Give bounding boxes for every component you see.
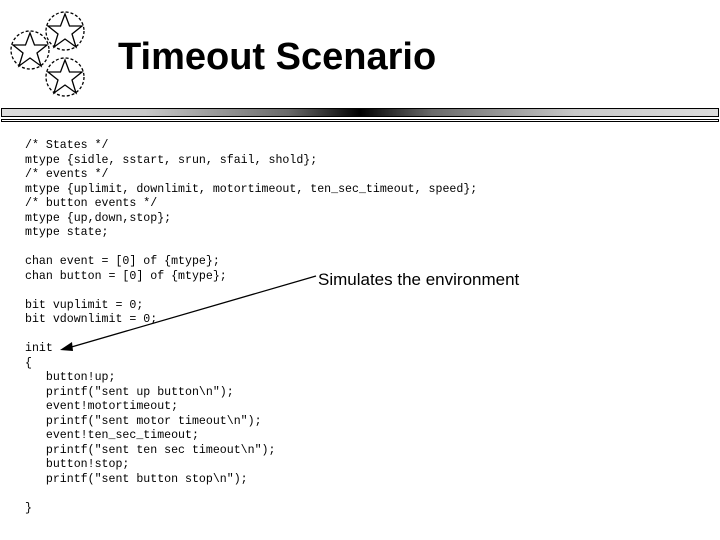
code-line: chan event = [0] of {mtype}; [25,255,220,268]
code-line: mtype state; [25,226,109,239]
title-divider-gradient [1,108,719,117]
code-line: event!ten_sec_timeout; [25,429,199,442]
code-line: mtype {sidle, sstart, srun, sfail, shold… [25,153,318,167]
slide-title: Timeout Scenario [118,36,437,78]
code-line: button!up; [25,371,116,384]
stars-logo-icon [10,11,85,97]
code-line: printf("sent ten sec timeout\n"); [25,443,276,457]
title-divider-line [1,119,719,122]
code-line: button!stop; [25,458,130,471]
code-line: bit vuplimit = 0; [25,298,144,312]
code-line: printf("sent up button\n"); [25,385,234,399]
code-line: printf("sent motor timeout\n"); [25,414,262,428]
code-line: event!motortimeout; [25,400,179,413]
code-line: mtype {uplimit, downlimit, motortimeout,… [25,182,478,196]
code-line: /* States */ [25,139,109,152]
code-line: } [25,501,32,515]
code-line: mtype {up,down,stop}; [25,211,172,225]
code-line: printf("sent button stop\n"); [25,472,248,486]
code-line: { [25,356,32,370]
code-line: /* button events */ [25,197,158,210]
code-line: init [25,342,53,355]
code-line: bit vdownlimit = 0; [25,313,158,326]
code-line: /* events */ [25,168,109,181]
code-block: /* States */mtype {sidle, sstart, srun, … [25,139,477,516]
annotation-label: Simulates the environment [318,270,520,289]
